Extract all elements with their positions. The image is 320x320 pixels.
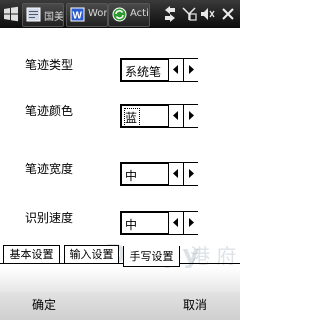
arrow-right-icon [189, 65, 194, 74]
ok-softkey[interactable]: 确定 [32, 296, 56, 313]
arrow-left-icon [173, 111, 178, 120]
close-icon[interactable] [220, 4, 236, 24]
task-label: Wor [88, 8, 108, 19]
task-label: 国美 [44, 12, 64, 23]
signal-off-icon[interactable] [181, 4, 197, 24]
pen-type-right-button[interactable] [183, 59, 198, 81]
pen-width-label: 笔迹宽度 [25, 162, 74, 176]
task-button-2[interactable]: W Wor [66, 3, 108, 27]
recognition-speed-spinner[interactable]: 中 [120, 211, 198, 235]
softkey-bar: 确定 取消 [0, 268, 240, 320]
pen-type-value: 系统笔 [125, 65, 162, 79]
windows-flag-icon [4, 6, 18, 22]
recognition-speed-label: 识别速度 [25, 211, 74, 225]
arrow-right-icon [189, 111, 194, 120]
watermark-suffix: 港 府 [190, 244, 237, 268]
start-button[interactable] [3, 6, 19, 22]
task-label: Acti [130, 8, 149, 19]
taskbar: 国美 W Wor Acti [0, 0, 240, 28]
activesync-icon [112, 7, 127, 22]
pen-width-spinner[interactable]: 中 [120, 162, 198, 186]
recognition-speed-right-button[interactable] [183, 212, 198, 234]
pen-color-label: 笔迹颜色 [25, 104, 74, 118]
task-button-3[interactable]: Acti [108, 3, 150, 27]
pen-type-left-button[interactable] [168, 59, 183, 81]
softkey-bar-highlight [0, 268, 240, 292]
pen-color-value: 蓝 [123, 108, 141, 127]
cancel-softkey[interactable]: 取消 [183, 296, 207, 313]
pen-type-spinner[interactable]: 系统笔 [120, 58, 198, 82]
recognition-speed-value: 中 [125, 218, 138, 232]
pen-width-left-button[interactable] [168, 163, 183, 185]
task-button-1[interactable]: 国美 [22, 3, 64, 27]
tab-handwriting-settings[interactable]: 手写设置 [123, 246, 180, 267]
pen-width-value: 中 [125, 169, 138, 183]
word-icon: W [70, 7, 85, 22]
arrow-left-icon [173, 169, 178, 178]
pen-width-right-button[interactable] [183, 163, 198, 185]
pen-color-spinner[interactable]: 蓝 [120, 104, 198, 128]
document-icon [26, 7, 41, 22]
pen-color-right-button[interactable] [183, 105, 198, 127]
arrow-right-icon [189, 218, 194, 227]
volume-icon[interactable] [199, 4, 215, 24]
arrow-right-icon [189, 169, 194, 178]
connectivity-icon[interactable] [162, 4, 178, 24]
svg-text:W: W [73, 11, 83, 22]
arrow-left-icon [173, 65, 178, 74]
recognition-speed-left-button[interactable] [168, 212, 183, 234]
arrow-left-icon [173, 218, 178, 227]
tab-input-settings[interactable]: 输入设置 [64, 245, 119, 264]
pen-color-left-button[interactable] [168, 105, 183, 127]
tab-basic-settings[interactable]: 基本设置 [3, 245, 60, 264]
pen-type-label: 笔迹类型 [25, 58, 74, 72]
